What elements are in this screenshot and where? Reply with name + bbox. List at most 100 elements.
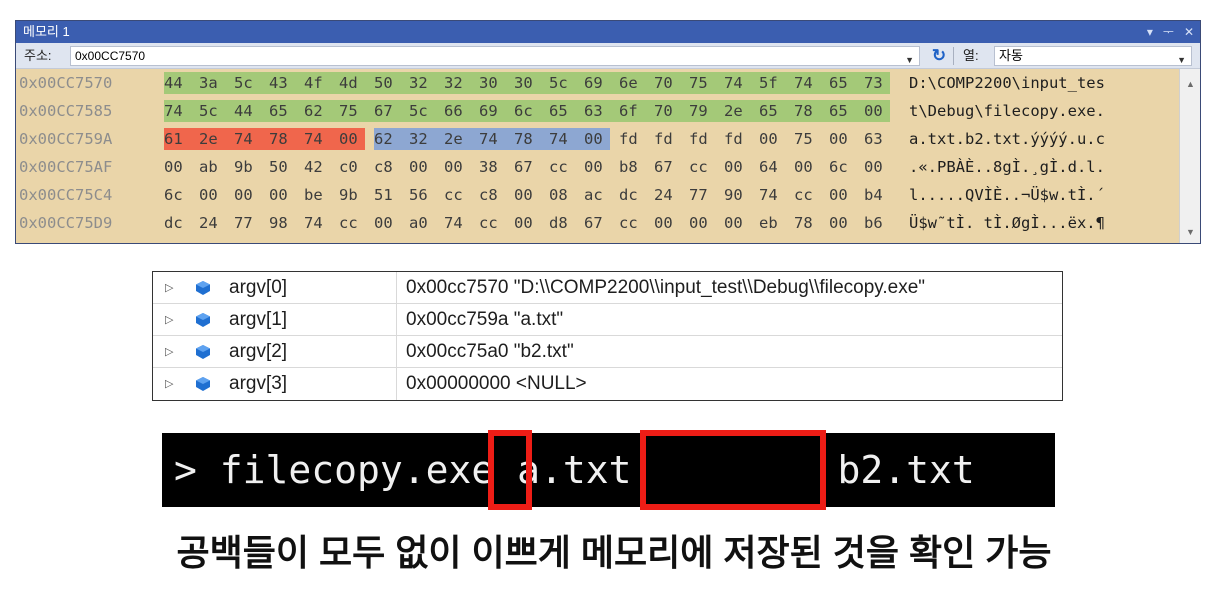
memory-byte[interactable]: 00 [829,184,854,206]
memory-byte[interactable]: 74 [479,128,514,150]
memory-byte[interactable]: 67 [374,100,409,122]
memory-byte[interactable]: 00 [724,156,749,178]
memory-byte[interactable]: 74 [304,212,329,234]
memory-byte[interactable]: dc [164,212,189,234]
memory-byte[interactable]: cc [619,212,644,234]
pin-icon[interactable]: ᅮ [1163,21,1174,43]
memory-byte[interactable]: b8 [619,156,644,178]
memory-byte[interactable]: 00 [409,156,434,178]
memory-byte[interactable]: 5c [409,100,444,122]
memory-byte[interactable]: 63 [584,100,619,122]
memory-byte[interactable]: fd [689,128,714,150]
memory-row[interactable]: 0x00CC75D9 dc 24 77 98 74 cc 00 a0 74 cc 00 d8 67 cc 00… [16,212,1179,234]
memory-byte[interactable]: 9b [339,184,364,206]
address-input[interactable]: 0x00CC7570 ▼ [70,46,920,66]
memory-row[interactable]: 0x00CC75C4 6c 00 00 00 be 9b 51 56 cc c8 00 08 ac dc 24… [16,184,1179,206]
expand-arrow-icon[interactable]: ▷ [165,304,173,336]
memory-byte[interactable]: fd [724,128,749,150]
memory-byte[interactable]: 00 [654,212,679,234]
memory-byte[interactable]: 62 [304,100,339,122]
memory-byte[interactable]: 75 [689,72,724,94]
memory-byte[interactable]: 5f [759,72,794,94]
memory-byte[interactable]: 42 [304,156,329,178]
memory-byte[interactable]: 2e [199,128,234,150]
memory-byte[interactable]: 78 [269,128,304,150]
memory-byte[interactable]: 69 [584,72,619,94]
memory-byte[interactable]: 74 [794,72,829,94]
memory-byte[interactable]: 00 [234,184,259,206]
memory-byte[interactable]: 00 [584,128,610,150]
memory-byte[interactable]: 3a [199,72,234,94]
memory-byte[interactable]: cc [689,156,714,178]
memory-byte[interactable]: 69 [479,100,514,122]
memory-byte[interactable]: 65 [829,72,864,94]
memory-byte[interactable]: 00 [864,156,889,178]
memory-byte[interactable]: 61 [164,128,199,150]
memory-byte[interactable]: fd [654,128,679,150]
address-dropdown-arrow-icon[interactable]: ▼ [905,51,914,69]
memory-byte[interactable]: 65 [549,100,584,122]
memory-byte[interactable]: 44 [234,100,269,122]
expand-arrow-icon[interactable]: ▷ [165,336,173,368]
memory-byte[interactable]: 62 [374,128,409,150]
memory-byte[interactable]: 6c [829,156,854,178]
memory-byte[interactable]: 24 [654,184,679,206]
memory-byte[interactable]: cc [444,184,469,206]
memory-row[interactable]: 0x00CC75AF 00 ab 9b 50 42 c0 c8 00 00 38 67 cc 00 b8 67… [16,156,1179,178]
memory-byte[interactable]: 5c [549,72,584,94]
watch-row[interactable]: ▷ argv[2] 0x00cc75a0 "b2.txt" [153,336,1062,368]
watch-row[interactable]: ▷ argv[1] 0x00cc759a "a.txt" [153,304,1062,336]
memory-byte[interactable]: 66 [444,100,479,122]
memory-byte[interactable]: a0 [409,212,434,234]
memory-byte[interactable]: 00 [374,212,399,234]
memory-byte[interactable]: 79 [689,100,724,122]
memory-byte[interactable]: 6e [619,72,654,94]
columns-dropdown-arrow-icon[interactable]: ▼ [1177,51,1186,69]
memory-byte[interactable]: 00 [339,128,365,150]
memory-byte[interactable]: 2e [724,100,759,122]
memory-byte[interactable]: c8 [374,156,399,178]
memory-byte[interactable]: 77 [234,212,259,234]
memory-byte[interactable]: 74 [164,100,199,122]
memory-byte[interactable]: 9b [234,156,259,178]
memory-byte[interactable]: eb [759,212,784,234]
memory-byte[interactable]: 65 [759,100,794,122]
memory-byte[interactable]: b6 [864,212,889,234]
memory-byte[interactable]: 44 [164,72,199,94]
memory-byte[interactable]: 00 [759,128,784,150]
memory-byte[interactable]: 24 [199,212,224,234]
memory-byte[interactable]: cc [479,212,504,234]
memory-byte[interactable]: 32 [409,128,444,150]
memory-byte[interactable]: 2e [444,128,479,150]
memory-byte[interactable]: 32 [444,72,479,94]
memory-byte[interactable]: 00 [584,156,609,178]
memory-byte[interactable]: 4d [339,72,374,94]
memory-byte[interactable]: 74 [234,128,269,150]
memory-byte[interactable]: 78 [794,212,819,234]
expand-arrow-icon[interactable]: ▷ [165,368,173,400]
memory-byte[interactable]: 75 [339,100,374,122]
memory-byte[interactable]: fd [619,128,644,150]
memory-byte[interactable]: cc [339,212,364,234]
memory-byte[interactable]: be [304,184,329,206]
memory-byte[interactable]: 32 [409,72,444,94]
memory-byte[interactable]: 00 [514,184,539,206]
memory-byte[interactable]: 74 [759,184,784,206]
memory-byte[interactable]: 5c [234,72,269,94]
memory-dump[interactable]: 0x00CC7570 44 3a 5c 43 4f 4d 50 32 32 30 30 5c 69 6e 70… [16,69,1179,243]
memory-byte[interactable]: 67 [654,156,679,178]
memory-byte[interactable]: 73 [864,72,890,94]
memory-byte[interactable]: 67 [514,156,539,178]
memory-byte[interactable]: 63 [864,128,889,150]
memory-byte[interactable]: 00 [514,212,539,234]
memory-byte[interactable]: 00 [794,156,819,178]
memory-row[interactable]: 0x00CC7585 74 5c 44 65 62 75 67 5c 66 69 6c 65 63 6f 70… [16,100,1179,122]
memory-byte[interactable]: 00 [829,128,854,150]
memory-byte[interactable]: 5c [199,100,234,122]
memory-byte[interactable]: c8 [479,184,504,206]
memory-byte[interactable]: 00 [724,212,749,234]
watch-row[interactable]: ▷ argv[0] 0x00cc7570 "D:\\COMP2200\\inpu… [153,272,1062,304]
memory-byte[interactable]: 50 [269,156,294,178]
memory-byte[interactable]: 65 [829,100,864,122]
memory-byte[interactable]: 74 [304,128,339,150]
